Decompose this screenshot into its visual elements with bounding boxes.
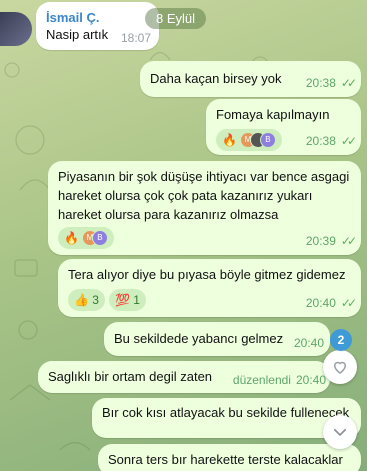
outgoing-message-bubble[interactable]: Sonra ters bır harekette terste kalacakl… [98, 444, 361, 471]
message-time: 18:07 [120, 31, 151, 45]
edited-label: düzenlendi [232, 373, 291, 387]
reaction-shortcut-button[interactable] [323, 350, 357, 384]
message-meta: 20:38 ✓✓ [305, 133, 357, 150]
message-text: Sonra ters bır harekette terste kalacakl… [108, 452, 343, 467]
chevron-down-icon [333, 428, 347, 437]
reactor-avatar: B [91, 230, 108, 246]
message-text: Daha kaçan birsey yok [150, 71, 282, 86]
read-checkmarks-icon: ✓✓ [340, 134, 357, 148]
read-checkmarks-icon: ✓✓ [340, 234, 357, 248]
message-time: 20:38 [305, 76, 336, 90]
reaction-chip-hundred[interactable]: 💯 1 [108, 289, 146, 311]
message-meta: 20:40 [294, 335, 324, 352]
reaction-chip[interactable]: 🔥 M B [216, 129, 282, 151]
outgoing-message-bubble[interactable]: Bır cok kısı atlayacak bu sekilde fullen… [92, 398, 361, 438]
unread-count-badge[interactable]: 2 [330, 329, 352, 351]
read-checkmarks-icon: ✓✓ [340, 296, 357, 310]
reaction-chip-thumbs-up[interactable]: 👍 3 [68, 289, 105, 311]
incoming-message-bubble[interactable]: İsmail Ç. Nasip artık 18:07 [36, 2, 159, 50]
message-text: Piyasanın bir şok düşüşe ihtiyacı var be… [58, 169, 350, 222]
message-meta: 20:39 ✓✓ [305, 233, 357, 250]
sender-name[interactable]: İsmail Ç. [46, 9, 149, 26]
message-time: 20:38 [305, 134, 336, 148]
outgoing-message-bubble[interactable]: Tera alıyor diye bu pıyasa böyle gitmez … [58, 259, 361, 317]
date-separator: 8 Eylül [145, 8, 207, 29]
message-meta: 20:40 ✓✓ [305, 295, 357, 312]
outgoing-message-bubble[interactable]: Piyasanın bir şok düşüşe ihtiyacı var be… [48, 161, 361, 255]
message-text: Saglıklı bir ortam degil zaten [48, 369, 213, 384]
message-meta: 20:38 ✓✓ [305, 75, 357, 92]
message-time: 20:40 [293, 336, 324, 350]
sender-avatar[interactable] [0, 12, 32, 46]
reactor-avatar: B [259, 132, 276, 148]
message-text: Fomaya kapılmayın [216, 107, 330, 122]
outgoing-message-bubble[interactable]: Bu sekildede yabancı gelmez 20:40 [104, 322, 330, 356]
message-text: Bır cok kısı atlayacak bu sekilde fullen… [102, 405, 350, 420]
scroll-to-bottom-button[interactable] [323, 415, 357, 449]
heart-icon [333, 361, 347, 374]
message-time: 20:40 [295, 373, 326, 387]
message-text: Tera alıyor diye bu pıyasa böyle gitmez … [68, 267, 346, 282]
fire-emoji-icon: 🔥 [64, 230, 79, 245]
fire-emoji-icon: 🔥 [222, 132, 237, 147]
message-text: Bu sekildede yabancı gelmez [114, 331, 284, 346]
message-meta: düzenlendi 20:40 [233, 372, 326, 389]
reaction-chip[interactable]: 🔥 M B [58, 227, 114, 249]
outgoing-message-bubble[interactable]: Saglıklı bir ortam degil zaten düzenlend… [38, 361, 330, 393]
message-time: 20:39 [305, 234, 336, 248]
message-time: 20:40 [305, 296, 336, 310]
outgoing-message-bubble[interactable]: Fomaya kapılmayın 🔥 M B 20:38 ✓✓ [206, 99, 361, 155]
outgoing-message-bubble[interactable]: Daha kaçan birsey yok 20:38 ✓✓ [140, 61, 361, 97]
read-checkmarks-icon: ✓✓ [340, 76, 357, 90]
